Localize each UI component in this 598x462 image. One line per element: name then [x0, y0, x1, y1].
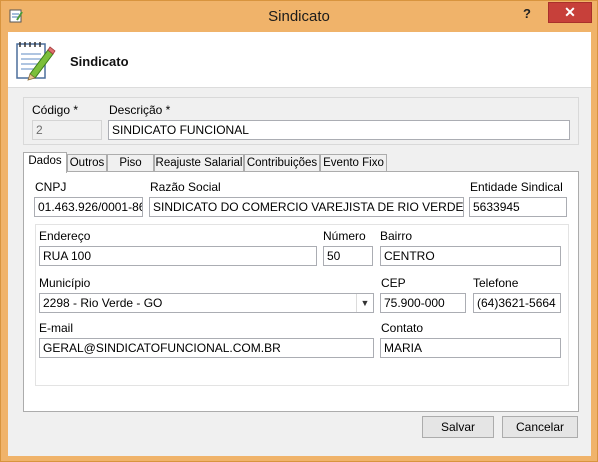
- codigo-field: 2: [32, 120, 102, 140]
- cancel-button[interactable]: Cancelar: [502, 416, 578, 438]
- razao-social-field[interactable]: SINDICATO DO COMERCIO VAREJISTA DE RIO V…: [149, 197, 464, 217]
- notepad-pencil-icon: [16, 42, 56, 81]
- municipio-select[interactable]: 2298 - Rio Verde - GO ▼: [39, 293, 374, 313]
- codigo-label: Código *: [32, 103, 79, 117]
- razao-social-label: Razão Social: [150, 180, 221, 194]
- tab-panel-dados: CNPJ 01.463.926/0001-86 Razão Social SIN…: [23, 171, 579, 412]
- header-title: Sindicato: [70, 54, 129, 69]
- entidade-sindical-label: Entidade Sindical: [470, 180, 563, 194]
- endereco-label: Endereço: [39, 229, 91, 243]
- municipio-value: 2298 - Rio Verde - GO: [43, 296, 163, 310]
- tab-contribuicoes[interactable]: Contribuições: [244, 154, 320, 172]
- endereco-field[interactable]: RUA 100: [39, 246, 317, 266]
- descricao-field[interactable]: SINDICATO FUNCIONAL: [108, 120, 570, 140]
- descricao-label: Descrição *: [109, 103, 171, 117]
- tab-reajuste-salarial[interactable]: Reajuste Salarial: [154, 154, 244, 172]
- address-group: Endereço RUA 100 Número 50 Bairro CENTRO…: [35, 224, 569, 386]
- contato-field[interactable]: MARIA: [380, 338, 561, 358]
- tab-outros[interactable]: Outros: [67, 154, 107, 172]
- municipio-label: Município: [39, 276, 91, 290]
- email-field[interactable]: GERAL@SINDICATOFUNCIONAL.COM.BR: [39, 338, 374, 358]
- cep-field[interactable]: 75.900-000: [380, 293, 466, 313]
- dialog-window: Sindicato ? ✕ Sindicato Código * 2 Descr…: [0, 0, 598, 462]
- cep-label: CEP: [381, 276, 406, 290]
- tab-piso[interactable]: Piso: [107, 154, 154, 172]
- dialog-header: Sindicato: [8, 32, 591, 88]
- save-button[interactable]: Salvar: [422, 416, 494, 438]
- numero-field[interactable]: 50: [323, 246, 373, 266]
- dialog-content: Sindicato Código * 2 Descrição * SINDICA…: [8, 32, 591, 456]
- bairro-label: Bairro: [380, 229, 413, 243]
- numero-label: Número: [323, 229, 366, 243]
- cnpj-field[interactable]: 01.463.926/0001-86: [34, 197, 143, 217]
- telefone-field[interactable]: (64)3621-5664: [473, 293, 561, 313]
- bairro-field[interactable]: CENTRO: [380, 246, 561, 266]
- contato-label: Contato: [381, 321, 424, 335]
- chevron-down-icon[interactable]: ▼: [356, 294, 373, 312]
- email-label: E-mail: [39, 321, 74, 335]
- help-button[interactable]: ?: [514, 4, 540, 24]
- entidade-sindical-field[interactable]: 5633945: [469, 197, 567, 217]
- tab-evento-fixo[interactable]: Evento Fixo: [320, 154, 387, 172]
- window-title: Sindicato: [268, 8, 330, 25]
- identification-group: Código * 2 Descrição * SINDICATO FUNCION…: [23, 97, 579, 145]
- telefone-label: Telefone: [473, 276, 519, 290]
- tab-dados[interactable]: Dados: [23, 152, 67, 173]
- title-bar[interactable]: Sindicato ? ✕: [1, 1, 597, 32]
- close-button[interactable]: ✕: [548, 2, 592, 23]
- cnpj-label: CNPJ: [35, 180, 67, 194]
